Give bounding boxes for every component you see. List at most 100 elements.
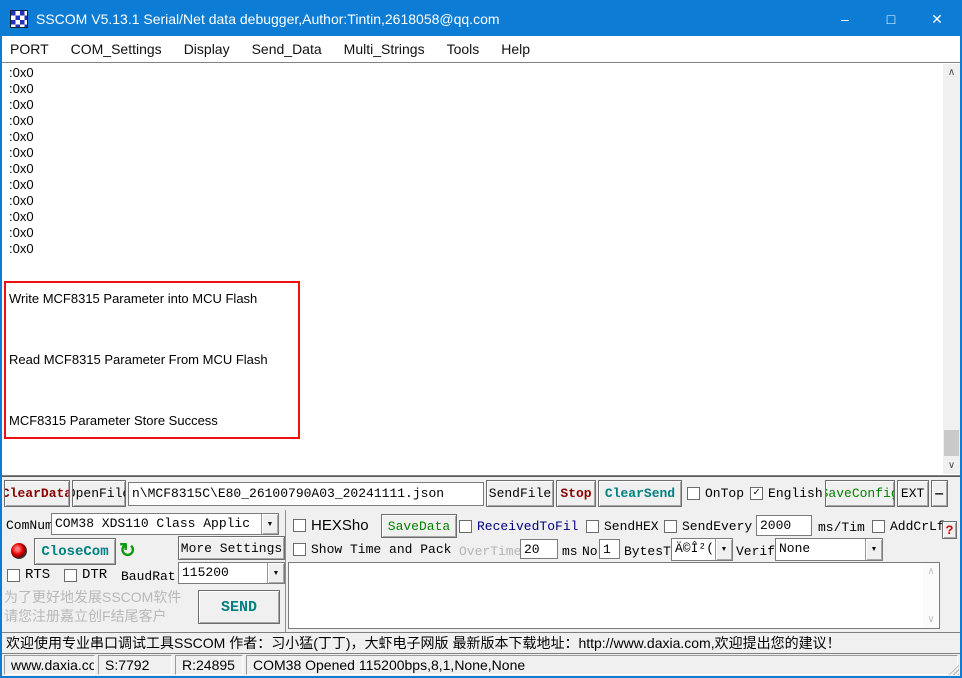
save-config-button[interactable]: SaveConfig [825,480,895,507]
rts-option: RTS [7,567,50,583]
status-port-state: COM38 Opened 115200bps,8,1,None,None [246,655,958,675]
com-port-value: COM38 XDS110 Class Applic [52,514,261,534]
send-hex-option: SendHEX [586,519,659,534]
receive-area[interactable]: :0x0 :0x0 :0x0 :0x0 :0x0 :0x0 :0x0 :0x0 … [2,62,960,476]
promo-line-1: 为了更好地发展SSCOM软件 [4,588,199,607]
minimize-button[interactable]: – [822,2,868,36]
overtime-label: OverTime [459,544,521,559]
send-every-option: SendEvery [664,519,752,534]
close-button[interactable]: ✕ [914,2,960,36]
ontop-checkbox[interactable] [687,487,700,500]
com-status-led-icon [11,543,27,559]
chevron-down-icon[interactable]: ▼ [865,539,882,560]
baudrate-label: BaudRat [121,569,176,584]
received-to-file-label[interactable]: ReceivedToFil [477,519,578,534]
send-every-label[interactable]: SendEvery [682,519,752,534]
receive-scrollbar[interactable]: ∧ ∨ [943,64,960,474]
send-hex-checkbox[interactable] [586,520,599,533]
window-controls: – □ ✕ [822,2,960,36]
menu-bar: PORT COM_Settings Display Send_Data Mult… [2,36,960,62]
clear-send-button[interactable]: ClearSend [598,480,682,507]
overtime-input[interactable] [520,539,558,559]
welcome-text: 欢迎使用专业串口调试工具SSCOM 作者：习小猛(丁丁)，大虾电子网版 最新版本… [6,633,841,653]
menu-com-settings[interactable]: COM_Settings [60,41,173,57]
menu-send-data[interactable]: Send_Data [241,41,333,57]
ontop-option: OnTop [687,486,744,501]
menu-tools[interactable]: Tools [436,41,491,57]
status-bar: www.daxia.com S:7792 R:24895 COM38 Opene… [2,654,960,676]
port-panel: ComNum COM38 XDS110 Class Applic ▼ Close… [2,510,285,632]
receive-text: :0x0 :0x0 :0x0 :0x0 :0x0 :0x0 :0x0 :0x0 … [9,65,34,257]
chevron-down-icon[interactable]: ▼ [261,514,278,534]
hexshow-label[interactable]: HEXSho [311,517,369,534]
annotation-line: Write MCF8315 Parameter into MCU Flash [9,291,295,306]
window-title: SSCOM V5.13.1 Serial/Net data debugger,A… [36,11,500,27]
open-file-button[interactable]: OpenFile [72,480,126,507]
file-path-input[interactable] [128,482,484,506]
verify-select[interactable]: None ▼ [775,538,883,561]
show-time-pack-checkbox[interactable] [293,543,306,556]
scroll-thumb[interactable] [944,430,959,456]
packet-no-label: No [582,544,598,559]
help-button[interactable]: ? [942,521,957,539]
options-panel: HEXSho SaveData ReceivedToFil SendHEX Se… [285,510,960,632]
collapse-button[interactable]: — [931,480,948,507]
rts-label[interactable]: RTS [25,567,50,583]
baudrate-select[interactable]: 115200 ▼ [178,562,285,584]
menu-display[interactable]: Display [173,41,241,57]
interval-unit-label: ms/Tim [818,520,865,535]
refresh-ports-icon[interactable]: ↻ [119,538,136,563]
ext-button[interactable]: EXT [897,480,929,507]
send-scrollbar[interactable]: ∧ ∨ [923,563,939,628]
scroll-down-icon[interactable]: ∨ [943,457,960,474]
add-crlf-checkbox[interactable] [872,520,885,533]
promo-line-2: 请您注册嘉立创F结尾客户 [4,607,199,626]
settings-panel: ComNum COM38 XDS110 Class Applic ▼ Close… [2,510,960,632]
scroll-down-icon[interactable]: ∨ [923,611,939,628]
menu-multi-strings[interactable]: Multi_Strings [333,41,436,57]
scroll-up-icon[interactable]: ∧ [943,64,960,81]
clear-data-button[interactable]: ClearData [4,480,70,507]
app-icon [10,10,28,28]
more-settings-button[interactable]: More Settings [178,536,285,560]
english-label[interactable]: English [768,486,823,501]
scroll-up-icon[interactable]: ∧ [923,563,939,580]
baudrate-value: 115200 [179,563,267,583]
ontop-label[interactable]: OnTop [705,486,744,501]
send-interval-input[interactable] [756,515,812,536]
chevron-down-icon[interactable]: ▼ [267,563,284,583]
save-data-button[interactable]: SaveData [381,514,457,538]
send-file-button[interactable]: SendFile [486,480,554,507]
packet-no-input[interactable] [599,539,620,559]
send-input[interactable] [289,563,923,628]
annotation-line: MCF8315 Parameter Store Success [9,413,295,428]
sscom-window: SSCOM V5.13.1 Serial/Net data debugger,A… [0,0,962,678]
received-to-file-checkbox[interactable] [459,520,472,533]
chevron-down-icon[interactable]: ▼ [715,539,732,560]
maximize-button[interactable]: □ [868,2,914,36]
bytes-to-select[interactable]: Ä©Î²( ▼ [671,538,733,561]
promo-text: 为了更好地发展SSCOM软件 请您注册嘉立创F结尾客户 [4,588,199,626]
add-crlf-label[interactable]: AddCrLf [890,519,945,534]
hexshow-checkbox[interactable] [293,519,306,532]
stop-button[interactable]: Stop [556,480,596,507]
add-crlf-option: AddCrLf [872,519,945,534]
dtr-label[interactable]: DTR [82,567,107,583]
com-port-select[interactable]: COM38 XDS110 Class Applic ▼ [51,513,279,535]
status-sent-count: S:7792 [98,655,172,675]
dtr-checkbox[interactable] [64,569,77,582]
title-bar: SSCOM V5.13.1 Serial/Net data debugger,A… [2,2,960,36]
send-button[interactable]: SEND [198,590,280,624]
verify-value: None [776,539,865,560]
dtr-option: DTR [64,567,107,583]
rts-checkbox[interactable] [7,569,20,582]
send-text-area: ∧ ∨ [288,562,940,629]
close-com-button[interactable]: CloseCom [34,538,116,565]
english-checkbox[interactable]: ✓ [750,487,763,500]
annotation-box: Write MCF8315 Parameter into MCU Flash R… [4,281,300,439]
send-every-checkbox[interactable] [664,520,677,533]
menu-help[interactable]: Help [490,41,541,57]
show-time-pack-label[interactable]: Show Time and Pack [311,542,451,557]
menu-port[interactable]: PORT [2,41,60,57]
send-hex-label[interactable]: SendHEX [604,519,659,534]
